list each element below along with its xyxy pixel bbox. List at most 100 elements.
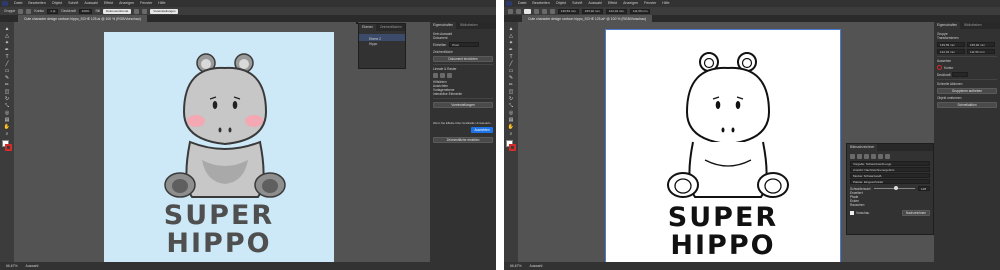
menu-select[interactable]: Auswahl <box>588 1 602 6</box>
tab-layers[interactable]: Ebenen <box>359 24 376 31</box>
outline-icon[interactable] <box>885 154 890 159</box>
menu-window[interactable]: Fenster <box>140 1 152 6</box>
eraser-tool-icon[interactable]: ◫ <box>3 89 11 95</box>
document-tab[interactable]: Cute character design cartoon hippo_SCHE… <box>18 15 147 22</box>
menu-view[interactable]: Anzeigen <box>623 1 638 6</box>
preset-select[interactable]: Vorgabe: Schwarzweiß-Logo <box>850 161 930 166</box>
ruler-icon[interactable] <box>433 73 438 78</box>
zoom-tool-icon[interactable]: ⌕ <box>3 131 11 137</box>
stroke-field[interactable]: 1 pt <box>47 8 59 14</box>
pencil-tool-icon[interactable]: ✏ <box>507 82 515 88</box>
stroke-swatch-icon[interactable] <box>937 65 942 70</box>
stroke-icon[interactable] <box>516 8 521 14</box>
menu-type[interactable]: Schrift <box>572 1 582 6</box>
stroke-swatch[interactable] <box>5 144 12 151</box>
high-color-icon[interactable] <box>857 154 862 159</box>
y-field[interactable]: 165,92 mm <box>581 8 603 14</box>
mode-select[interactable]: Modus: Schwarzweiß <box>850 173 930 178</box>
auto-color-icon[interactable] <box>850 154 855 159</box>
preferences-button[interactable]: Voreinstellungen <box>150 8 179 14</box>
palette-select[interactable]: Palette: Eingeschränkt <box>850 179 930 184</box>
threshold-slider[interactable] <box>873 186 915 190</box>
tab-properties[interactable]: Eigenschaften <box>934 22 961 29</box>
create-artboard-button[interactable]: Zeichenfläche erstellen <box>433 137 493 144</box>
view-select[interactable]: Ansicht: Nachzeichnerergebnis <box>850 167 930 172</box>
stroke-icon[interactable] <box>26 8 32 14</box>
width-field[interactable]: 122,04 mm <box>605 8 627 14</box>
y-input[interactable]: 165,92 mm <box>967 42 995 47</box>
h-input[interactable]: 111,56 mm <box>967 49 995 54</box>
pen-tool-icon[interactable]: ✒ <box>3 47 11 53</box>
threshold-value[interactable]: 128 <box>918 186 930 191</box>
align-right-icon[interactable] <box>549 8 555 14</box>
zoom-tool-icon[interactable]: ⌕ <box>507 131 515 137</box>
opacity-field[interactable]: 100% <box>78 8 93 14</box>
menu-file[interactable]: Datei <box>14 1 22 6</box>
x-field[interactable]: 139,59 mm <box>557 8 579 14</box>
stroke-swatch[interactable] <box>509 144 516 151</box>
type-tool-icon[interactable]: T <box>3 54 11 60</box>
w-input[interactable]: 122,04 mm <box>937 49 965 54</box>
gradient-tool-icon[interactable]: ▤ <box>507 117 515 123</box>
document-tab[interactable]: Cute character design cartoon hippo_SCHE… <box>522 15 653 22</box>
hand-tool-icon[interactable]: ✋ <box>3 124 11 130</box>
menu-select[interactable]: Auswahl <box>84 1 98 6</box>
pencil-tool-icon[interactable]: ✏ <box>3 82 11 88</box>
black-white-icon[interactable] <box>878 154 883 159</box>
tab-properties[interactable]: Eigenschaften <box>430 22 457 29</box>
menu-object[interactable]: Objekt <box>52 1 62 6</box>
eraser-tool-icon[interactable]: ◫ <box>507 89 515 95</box>
type-tool-icon[interactable]: T <box>507 54 515 60</box>
menu-help[interactable]: Hilfe <box>662 1 669 6</box>
arrange-icon[interactable] <box>134 8 140 14</box>
menu-effect[interactable]: Effekt <box>608 1 617 6</box>
align-button[interactable]: Ausrichten <box>471 127 493 134</box>
preferences-panel-button[interactable]: Voreinstellungen <box>433 102 493 108</box>
layer-row[interactable]: Ebene 2 <box>359 34 405 41</box>
trace-preset-button[interactable] <box>524 8 531 14</box>
ungroup-button[interactable]: Gruppieren aufheben <box>937 88 997 94</box>
grid-icon[interactable] <box>440 73 445 78</box>
menu-type[interactable]: Schrift <box>68 1 78 6</box>
preview-checkbox[interactable] <box>850 211 854 215</box>
trace-button[interactable]: Nachzeichnen <box>902 210 930 216</box>
brush-tool-icon[interactable]: ✎ <box>3 75 11 81</box>
quick-action-button[interactable]: Schnellaktion <box>937 102 997 108</box>
fill-icon[interactable] <box>18 8 24 14</box>
selection-tool-icon[interactable]: ▲ <box>3 26 11 32</box>
x-input[interactable]: 139,59 mm <box>937 42 965 47</box>
rectangle-tool-icon[interactable]: ▭ <box>507 68 515 74</box>
menu-window[interactable]: Fenster <box>644 1 656 6</box>
document-setup-button[interactable]: Dokument einrichten <box>433 56 493 62</box>
layer-row[interactable]: Hippo <box>359 41 405 46</box>
selection-tool-icon[interactable]: ▲ <box>507 26 515 32</box>
align-icon[interactable] <box>142 8 148 14</box>
menu-edit[interactable]: Bearbeiten <box>28 1 45 6</box>
brush-tool-icon[interactable]: ✎ <box>507 75 515 81</box>
magic-wand-icon[interactable]: ✦ <box>3 40 11 46</box>
menu-edit[interactable]: Bearbeiten <box>532 1 549 6</box>
rotate-tool-icon[interactable]: ↻ <box>507 96 515 102</box>
magic-wand-icon[interactable]: ✦ <box>507 40 515 46</box>
zoom-level[interactable]: 66,67% <box>6 264 18 268</box>
opacity-input[interactable] <box>952 72 969 77</box>
artboard[interactable]: SUPER HIPPO <box>605 29 841 263</box>
tab-libraries[interactable]: Bibliotheken <box>961 22 985 29</box>
pixel-grid-icon[interactable] <box>447 73 452 78</box>
fill-icon[interactable] <box>508 8 513 14</box>
menu-help[interactable]: Hilfe <box>158 1 165 6</box>
menu-effect[interactable]: Effekt <box>104 1 113 6</box>
shape-builder-icon[interactable]: ◎ <box>3 110 11 116</box>
artboard[interactable]: SUPER HIPPO <box>104 32 334 262</box>
rectangle-tool-icon[interactable]: ▭ <box>3 68 11 74</box>
line-tool-icon[interactable]: ╱ <box>3 61 11 67</box>
hand-tool-icon[interactable]: ✋ <box>507 124 515 130</box>
units-select[interactable]: Pixel <box>449 42 480 47</box>
align-center-icon[interactable] <box>541 8 547 14</box>
gradient-tool-icon[interactable]: ▤ <box>3 117 11 123</box>
tab-libraries[interactable]: Bibliotheken <box>457 22 481 29</box>
direct-selection-tool-icon[interactable]: △ <box>507 33 515 39</box>
tab-artboards[interactable]: Zeichenflächen <box>377 24 405 31</box>
menu-object[interactable]: Objekt <box>556 1 566 6</box>
rotate-tool-icon[interactable]: ↻ <box>3 96 11 102</box>
